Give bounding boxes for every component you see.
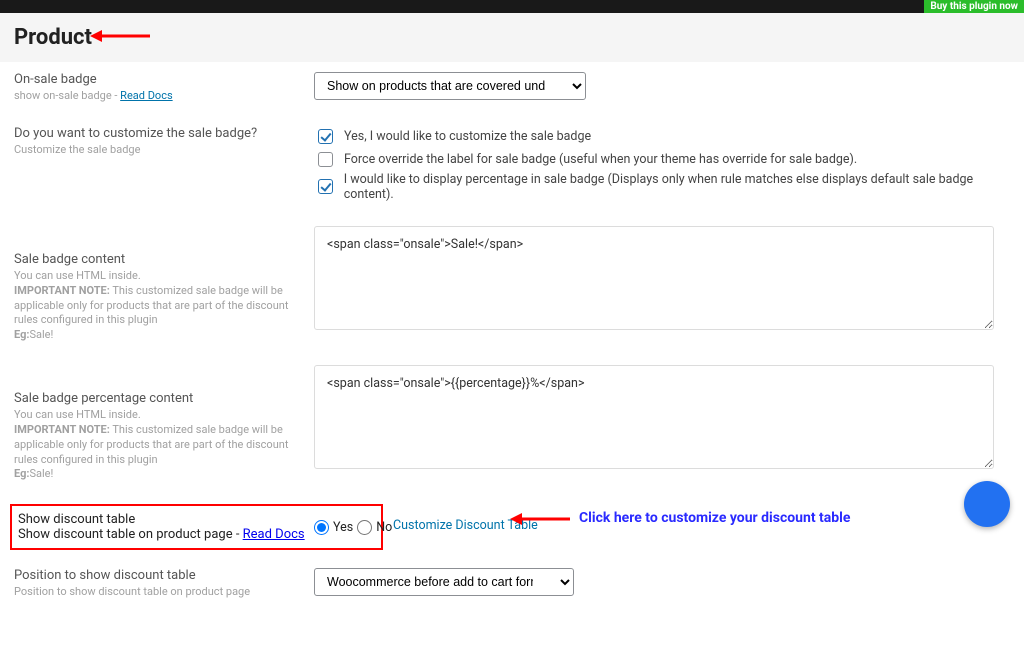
page-header: Product (0, 13, 1024, 62)
onsale-badge-label: On-sale badge (14, 72, 298, 87)
show-discount-table-no-label: No (376, 520, 392, 535)
annotation-arrow-product-icon (90, 29, 150, 43)
sale-badge-content-important: IMPORTANT NOTE: (14, 284, 110, 297)
customize-opt2-checkbox[interactable] (318, 152, 333, 167)
onsale-badge-select[interactable]: Show on products that are covered under … (314, 72, 586, 100)
sale-badge-content-textarea[interactable] (314, 226, 994, 330)
customize-opt2-label: Force override the label for sale badge … (344, 152, 857, 167)
settings-content: On-sale badge show on-sale badge - Read … (0, 62, 1024, 662)
show-discount-table-label: Show discount table (18, 512, 314, 527)
customize-sale-badge-label: Do you want to customize the sale badge? (14, 126, 298, 141)
sale-badge-content-eg-bold: Eg: (14, 328, 29, 341)
buy-plugin-button[interactable]: Buy this plugin now (924, 0, 1024, 13)
sale-badge-content-label: Sale badge content (14, 252, 298, 267)
annotation-customize-text: Click here to customize your discount ta… (579, 510, 850, 526)
show-discount-table-docs-link[interactable]: Read Docs (243, 527, 305, 542)
customize-opt3-label: I would like to display percentage in sa… (344, 172, 1010, 202)
row-sale-badge-content: Sale badge content You can use HTML insi… (14, 226, 1010, 343)
sale-badge-percent-label: Sale badge percentage content (14, 391, 298, 406)
show-discount-table-yes-label: Yes (333, 520, 353, 535)
sale-badge-percent-eg-bold: Eg: (14, 467, 29, 480)
annotation-red-box: Show discount table Show discount table … (10, 504, 383, 550)
sale-badge-percent-eg: Sale! (29, 467, 53, 480)
top-bar: Buy this plugin now (0, 0, 1024, 13)
onsale-badge-docs-link[interactable]: Read Docs (120, 89, 172, 102)
show-discount-table-no-radio[interactable] (357, 520, 372, 535)
show-discount-table-yes-radio[interactable] (314, 520, 329, 535)
annotation-arrow-customize-icon (510, 512, 570, 526)
sale-badge-percent-textarea[interactable] (314, 365, 994, 469)
row-customize-sale-badge: Do you want to customize the sale badge?… (14, 126, 1010, 204)
sale-badge-content-desc1: You can use HTML inside. (14, 269, 141, 282)
position-label: Position to show discount table (14, 568, 298, 583)
onsale-badge-desc: show on-sale badge - (14, 89, 120, 102)
row-show-discount-table: Show discount table Show discount table … (14, 504, 1010, 550)
page-title: Product (14, 25, 1010, 50)
sale-badge-content-eg: Sale! (29, 328, 53, 341)
sale-badge-percent-important: IMPORTANT NOTE: (14, 423, 110, 436)
customize-sale-badge-desc: Customize the sale badge (14, 143, 298, 158)
position-select[interactable]: Woocommerce before add to cart form (314, 568, 574, 596)
customize-opt3-checkbox[interactable] (318, 179, 333, 194)
row-onsale-badge: On-sale badge show on-sale badge - Read … (14, 72, 1010, 104)
row-sale-badge-percent: Sale badge percentage content You can us… (14, 365, 1010, 482)
row-position-discount-table: Position to show discount table Position… (14, 568, 1010, 600)
customize-opt1-label: Yes, I would like to customize the sale … (344, 129, 591, 144)
customize-opt1-checkbox[interactable] (318, 129, 333, 144)
sale-badge-percent-desc1: You can use HTML inside. (14, 408, 141, 421)
position-desc: Position to show discount table on produ… (14, 585, 298, 600)
show-discount-table-desc: Show discount table on product page - (18, 527, 243, 542)
